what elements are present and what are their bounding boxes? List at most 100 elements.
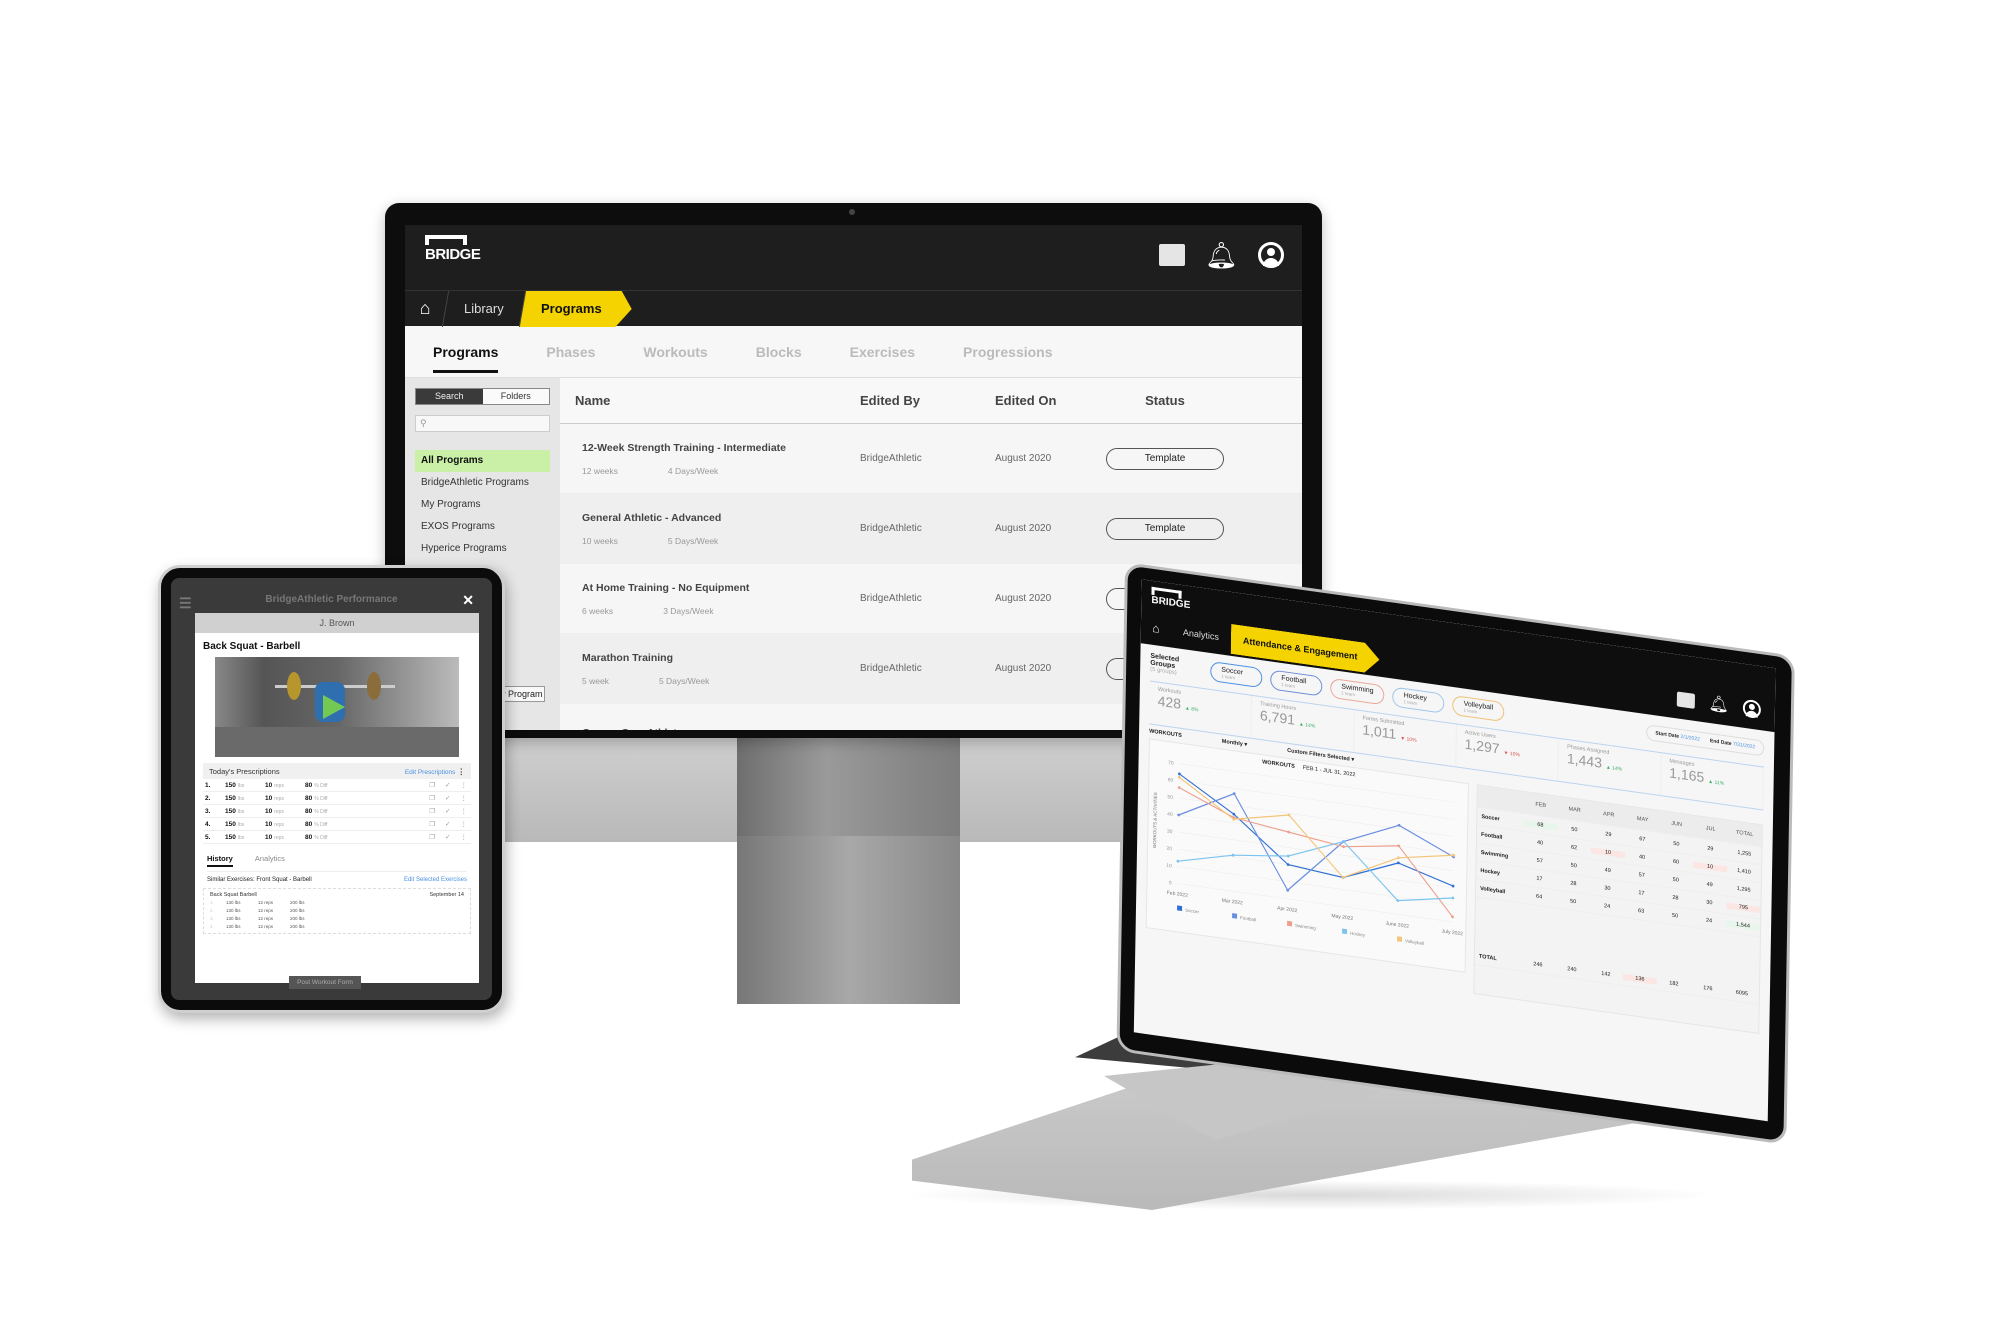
column-header[interactable]: MAY <box>1626 814 1660 825</box>
column-header[interactable]: APR <box>1592 809 1626 820</box>
group-chip-volleyball[interactable]: Volleyball 1 team <box>1452 694 1505 723</box>
program-name[interactable]: At Home Training - No Equipment <box>582 582 860 594</box>
set-reps[interactable]: 10 reps <box>265 795 305 802</box>
breadcrumb-library[interactable]: Library <box>441 290 525 327</box>
sidebar-item-bridgeathletic-programs[interactable]: BridgeAthletic Programs <box>415 472 550 494</box>
exercise-video[interactable] <box>215 657 459 757</box>
program-name[interactable]: Marathon Training <box>582 652 860 664</box>
column-header[interactable]: TOTAL <box>1728 828 1762 839</box>
status-badge[interactable]: Template <box>1106 517 1224 540</box>
tab-blocks[interactable]: Blocks <box>756 344 802 360</box>
monitor-stand <box>737 738 960 836</box>
play-icon[interactable] <box>323 695 345 719</box>
breadcrumb: ⌂ Library Programs <box>405 290 1302 327</box>
more-options-icon[interactable]: ⋮ <box>461 807 468 815</box>
post-workout-form-button[interactable]: Post Workout Form <box>289 976 361 989</box>
sidebar-item-hyperice-programs[interactable]: Hyperice Programs <box>415 538 550 560</box>
home-icon[interactable]: ⌂ <box>1141 619 1171 637</box>
tab-exercises[interactable]: Exercises <box>850 344 915 360</box>
home-icon[interactable]: ⌂ <box>405 298 445 319</box>
set-weight[interactable]: 150 lbs <box>225 795 265 802</box>
copy-icon[interactable]: ❐ <box>429 833 435 841</box>
total-cell: 142 <box>1601 970 1611 978</box>
more-options-icon[interactable]: ⋮ <box>461 781 468 789</box>
set-weight[interactable]: 150 lbs <box>225 782 265 789</box>
folders-toggle[interactable]: Folders <box>482 389 549 404</box>
bell-icon[interactable]: 🔔︎ <box>1205 242 1238 268</box>
set-weight[interactable]: 150 lbs <box>225 834 265 841</box>
sidebar-item-all-programs[interactable]: All Programs <box>415 450 550 472</box>
check-icon[interactable]: ✓ <box>445 781 450 789</box>
set-diff[interactable]: 80% Diff <box>305 821 345 828</box>
tab-history[interactable]: History <box>207 854 233 867</box>
more-options-icon[interactable]: ⋮ <box>458 767 466 776</box>
user-avatar-icon[interactable] <box>1258 242 1284 268</box>
copy-icon[interactable]: ❐ <box>429 794 435 802</box>
bridge-logo[interactable]: BRIDGE <box>425 235 481 263</box>
copy-icon[interactable]: ❐ <box>429 807 435 815</box>
set-diff[interactable]: 80% Diff <box>305 808 345 815</box>
breadcrumb-analytics[interactable]: Analytics <box>1171 625 1231 643</box>
chat-icon[interactable] <box>1676 690 1695 709</box>
copy-icon[interactable]: ❐ <box>429 781 435 789</box>
column-header[interactable]: JUN <box>1660 819 1694 830</box>
check-icon[interactable]: ✓ <box>445 833 450 841</box>
period-dropdown[interactable]: Monthly ▾ <box>1222 739 1247 749</box>
group-chip-soccer[interactable]: Soccer 1 team <box>1210 660 1263 689</box>
sidebar-item-exos-programs[interactable]: EXOS Programs <box>415 516 550 538</box>
set-reps[interactable]: 10 reps <box>265 808 305 815</box>
check-icon[interactable]: ✓ <box>445 794 450 802</box>
copy-icon[interactable]: ❐ <box>429 820 435 828</box>
more-options-icon[interactable]: ⋮ <box>461 794 468 802</box>
column-header[interactable] <box>1478 796 1524 802</box>
column-status[interactable]: Status <box>1100 393 1230 408</box>
edit-prescriptions-link[interactable]: Edit Prescriptions <box>405 769 456 776</box>
table-row[interactable]: 12-Week Strength Training - Intermediate… <box>560 424 1302 494</box>
set-reps[interactable]: 10 reps <box>265 821 305 828</box>
sidebar-item-my-programs[interactable]: My Programs <box>415 494 550 516</box>
set-diff[interactable]: 80% Diff <box>305 795 345 802</box>
program-name[interactable]: General Athletic - Advanced <box>582 512 860 524</box>
more-options-icon[interactable]: ⋮ <box>461 833 468 841</box>
program-name[interactable]: 12-Week Strength Training - Intermediate <box>582 442 860 454</box>
table-cell: 49 <box>1604 866 1611 874</box>
set-diff[interactable]: 80% Diff <box>305 834 345 841</box>
group-chip-football[interactable]: Football 1 team <box>1270 669 1323 697</box>
set-weight[interactable]: 150 lbs <box>225 821 265 828</box>
column-name[interactable]: Name <box>560 393 860 408</box>
bridge-logo[interactable]: BRIDGE <box>1151 586 1190 611</box>
close-icon[interactable]: ✕ <box>462 590 474 610</box>
edit-selected-exercises-link[interactable]: Edit Selected Exercises <box>404 877 467 883</box>
check-icon[interactable]: ✓ <box>445 807 450 815</box>
set-weight[interactable]: 150 lbs <box>225 808 265 815</box>
set-reps[interactable]: 10 reps <box>265 782 305 789</box>
search-toggle[interactable]: Search <box>416 389 483 404</box>
set-diff[interactable]: 80% Diff <box>305 782 345 789</box>
table-row[interactable]: General Athletic - Advanced 10 weeks 5 Day… <box>560 494 1302 564</box>
set-reps[interactable]: 10 reps <box>265 834 305 841</box>
group-chip-swimming[interactable]: Swimming 1 team <box>1330 677 1385 706</box>
breadcrumb-programs[interactable]: Programs <box>519 291 635 327</box>
tab-workouts[interactable]: Workouts <box>643 344 707 360</box>
search-input[interactable]: ⚲ <box>415 415 550 432</box>
start-date[interactable]: 2/1/2022 <box>1680 734 1700 743</box>
column-header[interactable]: FEB <box>1524 799 1558 810</box>
check-icon[interactable]: ✓ <box>445 820 450 828</box>
program-name[interactable]: Garage Gym Athlete <box>582 727 860 731</box>
column-edited-by[interactable]: Edited By <box>860 393 995 408</box>
group-chip-hockey[interactable]: Hockey 1 team <box>1392 686 1445 714</box>
tab-phases[interactable]: Phases <box>546 344 595 360</box>
end-date[interactable]: 7/31/2022 <box>1733 741 1755 750</box>
column-header[interactable]: JUL <box>1694 823 1728 834</box>
bell-icon[interactable]: 🔔︎ <box>1708 693 1729 716</box>
hamburger-menu-icon[interactable]: ☰ <box>179 593 192 613</box>
tab-progressions[interactable]: Progressions <box>963 344 1052 360</box>
status-badge[interactable]: Template <box>1106 447 1224 470</box>
column-header[interactable]: MAR <box>1558 804 1592 815</box>
user-avatar-icon[interactable] <box>1742 698 1762 720</box>
tab-analytics[interactable]: Analytics <box>255 854 285 867</box>
tab-programs[interactable]: Programs <box>433 344 499 373</box>
chat-icon[interactable] <box>1158 244 1185 266</box>
column-edited-on[interactable]: Edited On <box>995 393 1100 408</box>
more-options-icon[interactable]: ⋮ <box>461 820 468 828</box>
